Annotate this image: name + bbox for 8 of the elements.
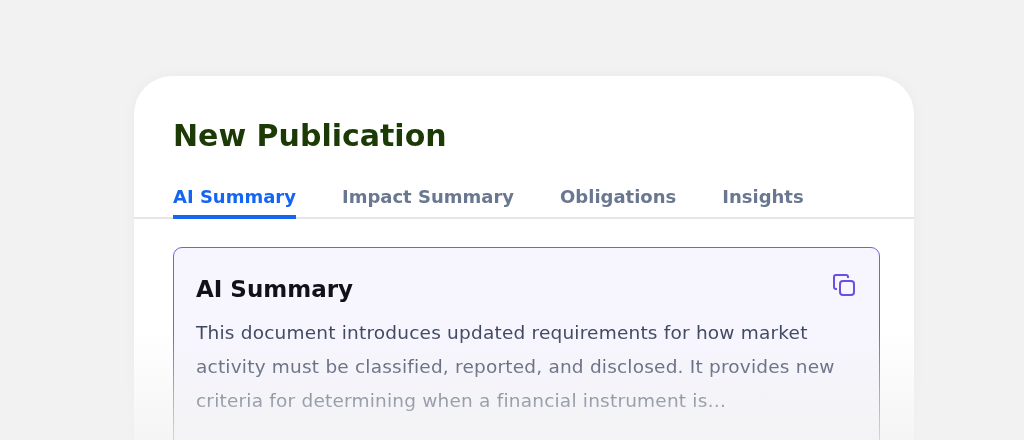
tab[interactable]: Impact Summary xyxy=(341,180,515,219)
summary-text: This document introduces updated requirements for how market activity must be classified, reported, and disclosed. It provides new criteria for determining when a financial instrument is… xyxy=(196,321,836,413)
copy-icon[interactable] xyxy=(831,272,857,298)
tab[interactable]: AI Summary xyxy=(173,180,296,219)
page-title: New Publication xyxy=(172,117,448,155)
panel-heading: AI Summary xyxy=(196,275,354,304)
tab[interactable]: Obligations xyxy=(560,180,677,219)
tab[interactable]: Insights xyxy=(722,180,804,219)
